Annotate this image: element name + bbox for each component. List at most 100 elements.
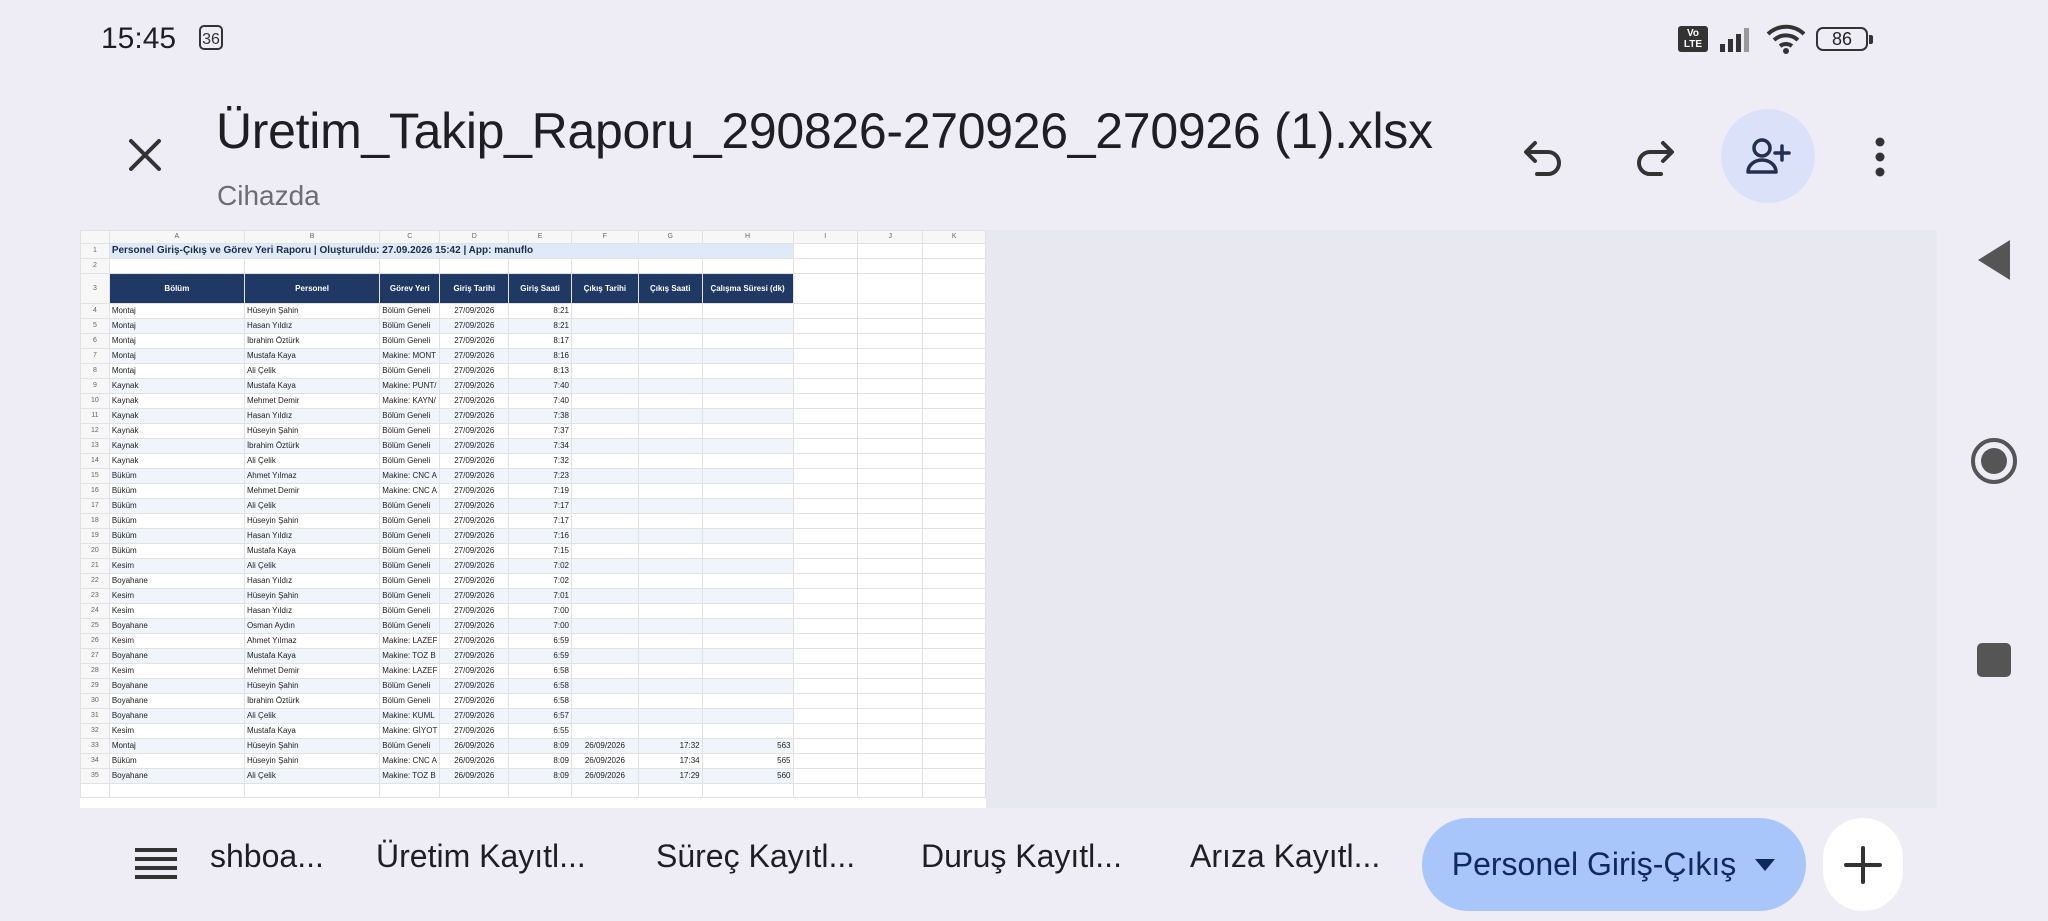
share-button[interactable] (1721, 109, 1815, 203)
table-cell[interactable]: 17:29 (637, 768, 703, 784)
table-cell[interactable] (570, 663, 639, 679)
table-cell[interactable] (570, 708, 639, 724)
table-cell[interactable]: Montaj (108, 318, 245, 334)
table-cell[interactable] (637, 303, 703, 319)
cell[interactable] (922, 453, 986, 469)
row-number[interactable]: 1 (80, 243, 110, 259)
table-cell[interactable]: 27/09/2026 (439, 663, 510, 679)
table-cell[interactable]: 8:16 (508, 348, 572, 364)
column-letter[interactable]: I (792, 230, 858, 244)
cell[interactable] (792, 408, 858, 424)
table-cell[interactable]: Bölüm Geneli (379, 318, 441, 334)
column-letter[interactable]: G (637, 230, 703, 244)
cell[interactable] (922, 558, 986, 574)
cell[interactable] (922, 258, 986, 274)
cell[interactable] (570, 258, 639, 274)
table-cell[interactable]: 8:21 (508, 318, 572, 334)
table-cell[interactable]: 7:40 (508, 393, 572, 409)
table-cell[interactable] (637, 603, 703, 619)
spreadsheet-area[interactable]: A B C D E F G H I J K 1 Personel Giriş-Çıkış ve Göre… (80, 230, 1937, 808)
column-letter[interactable]: F (570, 230, 639, 244)
cell[interactable] (701, 782, 794, 799)
cell[interactable] (856, 618, 924, 634)
table-cell[interactable]: 27/09/2026 (439, 483, 510, 499)
table-cell[interactable]: İbrahim Öztürk (243, 693, 381, 709)
cell[interactable] (922, 243, 986, 259)
table-cell[interactable] (570, 423, 639, 439)
table-cell[interactable]: 7:17 (508, 498, 572, 514)
table-cell[interactable]: Bölüm Geneli (379, 528, 441, 544)
table-cell[interactable] (637, 678, 703, 694)
table-cell[interactable] (570, 603, 639, 619)
cell[interactable] (792, 723, 858, 739)
cell[interactable] (856, 768, 924, 784)
table-cell[interactable]: 27/09/2026 (439, 393, 510, 409)
cell[interactable] (856, 363, 924, 379)
row-number[interactable]: 18 (80, 513, 110, 529)
table-cell[interactable]: Kaynak (108, 408, 245, 424)
table-cell[interactable] (570, 438, 639, 454)
table-cell[interactable] (701, 498, 794, 514)
cell[interactable] (792, 753, 858, 769)
table-cell[interactable] (570, 543, 639, 559)
table-cell[interactable]: Bölüm Geneli (379, 333, 441, 349)
column-letter[interactable]: K (922, 230, 986, 244)
table-cell[interactable]: 26/09/2026 (439, 738, 510, 754)
row-number[interactable]: 12 (80, 423, 110, 439)
row-number[interactable]: 34 (80, 753, 110, 769)
cell[interactable] (922, 588, 986, 604)
table-cell[interactable]: 27/09/2026 (439, 708, 510, 724)
table-cell[interactable]: Mehmet Demir (243, 393, 381, 409)
table-cell[interactable] (570, 678, 639, 694)
table-cell[interactable]: Makine: KUML (379, 708, 441, 724)
table-cell[interactable] (570, 633, 639, 649)
table-cell[interactable]: 27/09/2026 (439, 573, 510, 589)
table-cell[interactable]: Osman Aydın (243, 618, 381, 634)
table-cell[interactable]: 27/09/2026 (439, 558, 510, 574)
cell[interactable] (856, 543, 924, 559)
row-number[interactable]: 21 (80, 558, 110, 574)
table-cell[interactable] (570, 378, 639, 394)
nav-back-button[interactable] (1966, 232, 2022, 288)
table-cell[interactable]: Mustafa Kaya (243, 543, 381, 559)
row-number[interactable]: 35 (80, 768, 110, 784)
cell[interactable] (922, 348, 986, 364)
table-cell[interactable]: 7:16 (508, 528, 572, 544)
cell[interactable] (922, 603, 986, 619)
table-cell[interactable] (701, 453, 794, 469)
cell[interactable] (108, 258, 245, 274)
cell[interactable] (439, 782, 510, 799)
row-number[interactable]: 19 (80, 528, 110, 544)
table-cell[interactable] (637, 708, 703, 724)
table-cell[interactable] (637, 618, 703, 634)
table-cell[interactable]: Bölüm Geneli (379, 738, 441, 754)
table-cell[interactable] (570, 498, 639, 514)
table-cell[interactable] (570, 408, 639, 424)
row-number[interactable]: 30 (80, 693, 110, 709)
table-cell[interactable]: Mustafa Kaya (243, 378, 381, 394)
table-cell[interactable]: Büküm (108, 483, 245, 499)
cell[interactable] (439, 258, 510, 274)
undo-button[interactable] (1513, 127, 1573, 187)
table-cell[interactable]: Bölüm Geneli (379, 513, 441, 529)
column-header[interactable]: Çalışma Süresi (dk) (701, 273, 794, 304)
cell[interactable] (922, 333, 986, 349)
tab-durus-kayitlari[interactable]: Duruş Kayıtl... (921, 838, 1122, 875)
column-letter[interactable]: E (508, 230, 572, 244)
table-cell[interactable] (701, 318, 794, 334)
table-cell[interactable]: Ali Çelik (243, 708, 381, 724)
table-cell[interactable]: 27/09/2026 (439, 588, 510, 604)
tab-personel-giris-cikis[interactable]: Personel Giriş-Çıkış (1422, 818, 1806, 911)
table-cell[interactable]: Kaynak (108, 438, 245, 454)
table-cell[interactable] (570, 453, 639, 469)
table-cell[interactable] (637, 363, 703, 379)
cell[interactable] (792, 782, 858, 799)
cell[interactable] (80, 782, 110, 799)
table-cell[interactable]: 26/09/2026 (439, 753, 510, 769)
cell[interactable] (701, 258, 794, 274)
table-cell[interactable]: Boyahane (108, 768, 245, 784)
table-cell[interactable] (637, 498, 703, 514)
cell[interactable] (922, 648, 986, 664)
table-cell[interactable]: Makine: GİYOT (379, 723, 441, 739)
cell[interactable] (922, 633, 986, 649)
